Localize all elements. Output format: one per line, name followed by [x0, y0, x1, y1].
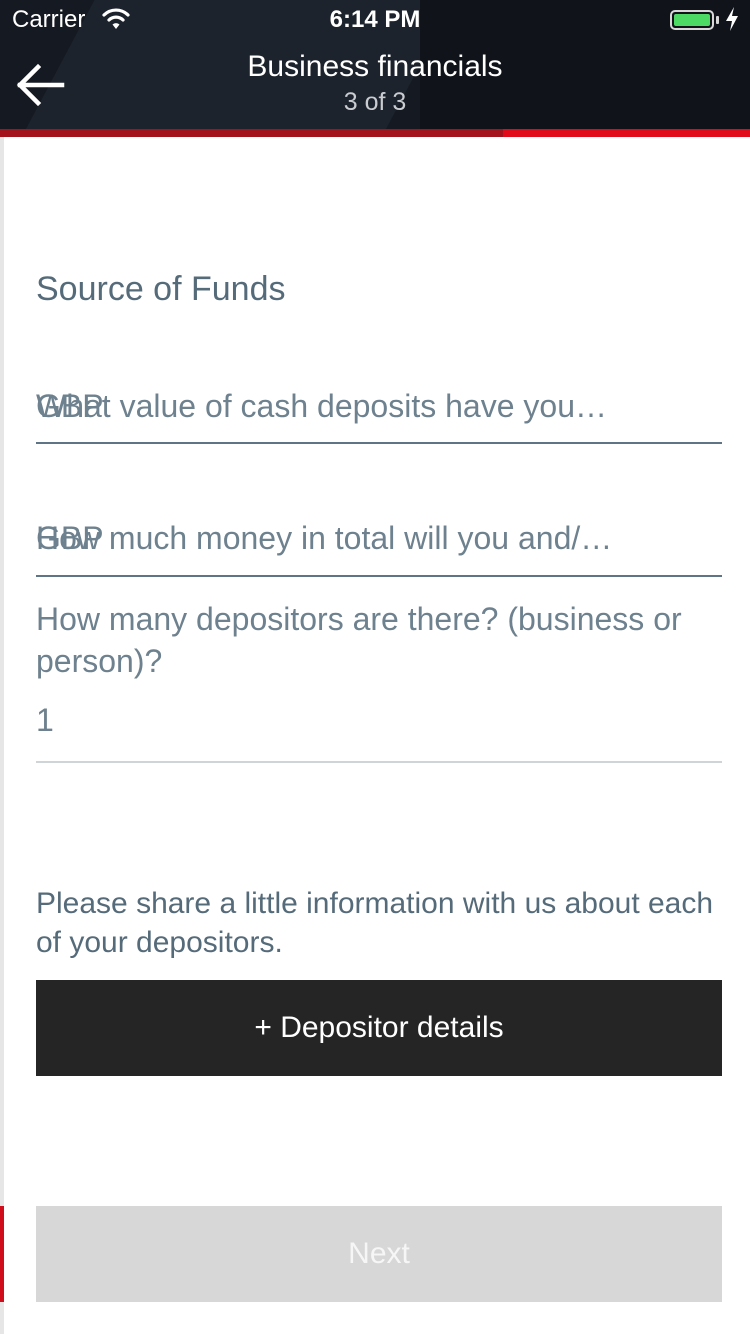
previous-screen-edge-accent	[0, 1206, 4, 1302]
charging-bolt-icon	[726, 7, 738, 31]
cash-deposits-placeholder: What value of cash deposits have you…	[36, 388, 607, 424]
add-depositor-details-button[interactable]: + Depositor details	[36, 980, 722, 1076]
battery-tip	[716, 16, 719, 24]
page-title: Business financials	[247, 50, 503, 83]
progress-fill	[0, 129, 503, 137]
step-indicator: 3 of 3	[343, 88, 407, 116]
depositors-count-field[interactable]: How many depositors are there? (business…	[36, 598, 722, 763]
total-money-placeholder: How much money in total will you and/…	[36, 520, 613, 556]
status-bar: Carrier 6:14 PM	[0, 0, 750, 40]
battery-level	[674, 14, 710, 26]
next-button[interactable]: Next	[36, 1206, 722, 1302]
section-title: Source of Funds	[36, 270, 286, 308]
progress-bar	[0, 129, 750, 137]
depositor-info-text: Please share a little information with u…	[36, 887, 714, 959]
depositors-count-value[interactable]: 1	[36, 702, 54, 739]
battery-icon	[670, 10, 714, 30]
total-money-field[interactable]: GBP How much money in total will you and…	[36, 520, 722, 577]
previous-screen-edge	[0, 137, 4, 1334]
status-time: 6:14 PM	[329, 6, 421, 33]
cash-deposits-field[interactable]: GBP What value of cash deposits have you…	[36, 388, 722, 444]
depositors-count-label: How many depositors are there? (business…	[36, 601, 682, 679]
